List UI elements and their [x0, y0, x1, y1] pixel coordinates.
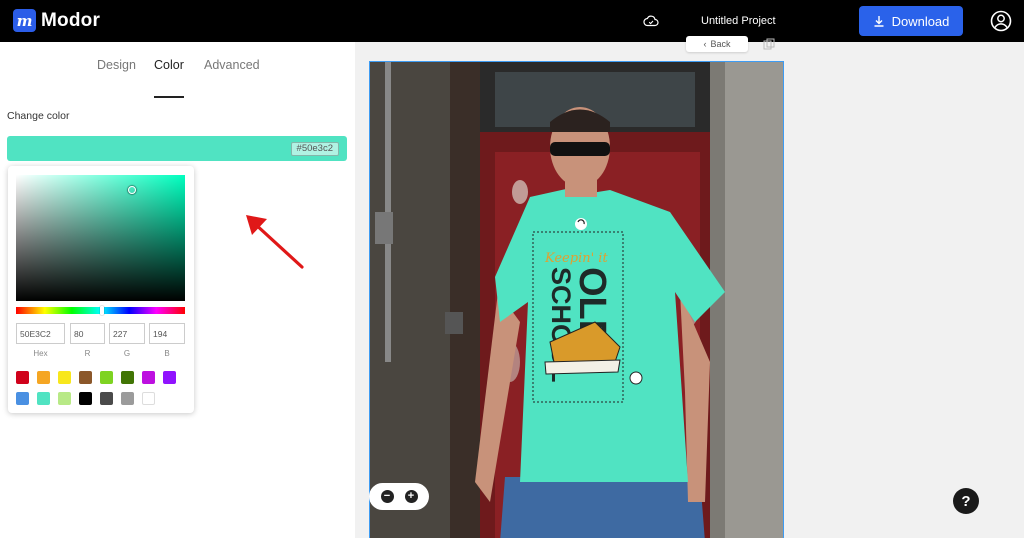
hue-slider[interactable] [16, 306, 185, 315]
green-label: G [123, 349, 131, 358]
hex-input[interactable]: 50E3C2 [16, 323, 65, 344]
active-tab-indicator [154, 96, 184, 98]
color-swatch[interactable] [142, 392, 155, 405]
mockup-illustration: Keepin' it OLD SCHOOL [370, 62, 783, 538]
hex-value-chip: #50e3c2 [290, 142, 339, 156]
back-label: Back [710, 39, 731, 49]
color-picker-popover: 50E3C2 80 227 194 Hex R G B [8, 166, 194, 413]
color-swatch[interactable] [100, 371, 113, 384]
mockup-photo[interactable]: Keepin' it OLD SCHOOL [369, 61, 784, 538]
color-swatch[interactable] [58, 371, 71, 384]
color-swatch[interactable] [100, 392, 113, 405]
tab-color[interactable]: Color [154, 58, 184, 72]
saturation-cursor[interactable] [128, 186, 136, 194]
download-label: Download [891, 13, 950, 29]
top-bar: m Modor Untitled Project Download [0, 0, 1024, 42]
annotation-arrow [246, 215, 304, 269]
color-swatch[interactable] [16, 392, 29, 405]
help-button[interactable]: ? [953, 488, 979, 514]
hex-label: Hex [33, 349, 48, 358]
color-swatch[interactable] [79, 392, 92, 405]
saturation-area[interactable] [16, 175, 185, 301]
tab-advanced[interactable]: Advanced [204, 58, 260, 72]
color-swatch[interactable] [121, 371, 134, 384]
zoom-out-icon[interactable]: − [380, 490, 394, 503]
color-field[interactable]: #50e3c2 [7, 136, 347, 161]
color-swatch[interactable] [37, 392, 50, 405]
app-name: Modor [41, 9, 101, 31]
download-icon [874, 16, 884, 27]
red-label: R [84, 349, 91, 358]
hue-thumb[interactable] [100, 306, 104, 315]
user-icon[interactable] [990, 10, 1012, 32]
zoom-controls: − + [369, 483, 429, 510]
download-button[interactable]: Download [859, 6, 963, 36]
color-swatch[interactable] [16, 371, 29, 384]
blue-label: B [164, 349, 170, 358]
blue-input[interactable]: 194 [149, 323, 185, 344]
green-input[interactable]: 227 [109, 323, 145, 344]
color-swatch[interactable] [79, 371, 92, 384]
zoom-in-icon[interactable]: + [404, 490, 418, 503]
color-swatch[interactable] [58, 392, 71, 405]
red-input[interactable]: 80 [70, 323, 105, 344]
tab-design[interactable]: Design [97, 58, 136, 72]
design-canvas: ‹ Back Keepin' it OLD SCHOOL − + ? [355, 36, 1024, 538]
back-button[interactable]: ‹ Back [686, 36, 748, 52]
color-swatch[interactable] [163, 371, 176, 384]
color-swatch[interactable] [121, 392, 134, 405]
change-color-label: Change color [7, 110, 70, 122]
properties-panel: Design Color Advanced Change color #50e3… [0, 42, 355, 538]
cloud-icon[interactable] [643, 13, 659, 29]
svg-text:Keepin' it: Keepin' it [544, 251, 608, 266]
chevron-left-icon: ‹ [703, 39, 707, 49]
copy-icon[interactable] [763, 38, 775, 50]
color-swatch[interactable] [37, 371, 50, 384]
app-logo[interactable]: m Modor [13, 9, 100, 32]
logo-mark: m [13, 9, 36, 32]
color-swatch[interactable] [142, 371, 155, 384]
project-title[interactable]: Untitled Project [701, 15, 776, 27]
